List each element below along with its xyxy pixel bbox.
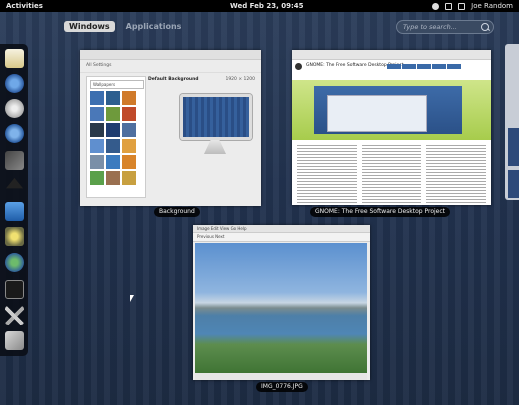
mail-icon[interactable] xyxy=(5,124,24,143)
wallpaper-thumb[interactable] xyxy=(106,171,120,185)
tools-icon[interactable] xyxy=(5,306,24,325)
top-panel: Activities Wed Feb 23, 09:45 Joe Random xyxy=(0,0,519,12)
web-screenshot xyxy=(327,95,427,132)
web-header: GNOME: The Free Software Desktop Project xyxy=(292,60,491,80)
wallpaper-thumb[interactable] xyxy=(122,91,136,105)
window-titlebar xyxy=(80,50,261,60)
wallpaper-grid xyxy=(90,91,136,185)
preview-size: 1920 × 1200 xyxy=(225,77,255,82)
search-input[interactable] xyxy=(403,22,481,32)
wallpaper-thumb[interactable] xyxy=(90,107,104,121)
monitor-preview xyxy=(180,94,252,140)
view-selector: Windows Applications xyxy=(64,21,186,32)
gnome-logo-icon xyxy=(295,63,302,70)
wallpaper-thumb[interactable] xyxy=(122,139,136,153)
status-area: Joe Random xyxy=(432,0,513,12)
activities-button[interactable]: Activities xyxy=(6,0,43,12)
wallpaper-thumb[interactable] xyxy=(122,155,136,169)
viewer-statusbar xyxy=(195,373,367,380)
workspace-thumbnail[interactable] xyxy=(505,44,519,200)
window-caption-image[interactable]: IMG_0776.JPG xyxy=(256,382,308,392)
search-box[interactable] xyxy=(396,20,494,34)
wallpaper-thumb[interactable] xyxy=(122,107,136,121)
web-nav xyxy=(387,64,461,69)
window-image-viewer[interactable]: Image Edit View Go Help Previous Next xyxy=(193,225,370,380)
wallpaper-thumb[interactable] xyxy=(106,123,120,137)
mouse-cursor xyxy=(130,295,134,302)
wallpaper-thumb[interactable] xyxy=(90,139,104,153)
viewer-toolbar[interactable]: Previous Next xyxy=(193,233,370,242)
wallpaper-thumb[interactable] xyxy=(106,155,120,169)
network-icon[interactable] xyxy=(458,2,466,10)
wallpaper-thumb[interactable] xyxy=(122,171,136,185)
wallpaper-thumb[interactable] xyxy=(90,91,104,105)
preview-label: Default Background xyxy=(148,77,199,82)
browser-icon[interactable] xyxy=(5,74,24,93)
photo-lake xyxy=(195,243,367,373)
terminal-icon[interactable] xyxy=(5,280,24,299)
wallpaper-thumb[interactable] xyxy=(122,123,136,137)
wallpaper-thumb[interactable] xyxy=(106,91,120,105)
disk-icon[interactable] xyxy=(5,99,24,118)
all-settings-button[interactable]: All Settings xyxy=(80,60,261,73)
clock[interactable]: Wed Feb 23, 09:45 xyxy=(230,0,303,12)
browser-toolbar xyxy=(292,50,491,60)
window-background-settings[interactable]: All Settings Wallpapers Default Backgrou… xyxy=(80,50,261,206)
system-monitor-icon[interactable] xyxy=(5,151,24,170)
wallpaper-thumb[interactable] xyxy=(90,155,104,169)
web-columns xyxy=(292,145,491,205)
window-caption-browser[interactable]: GNOME: The Free Software Desktop Project xyxy=(310,207,450,217)
text-editor-icon[interactable] xyxy=(5,49,24,68)
wallpaper-combo[interactable]: Wallpapers xyxy=(90,80,144,89)
tab-applications[interactable]: Applications xyxy=(121,21,187,32)
wallpaper-list: Wallpapers xyxy=(86,76,146,198)
wallpaper-thumb[interactable] xyxy=(106,107,120,121)
window-gnome-website[interactable]: GNOME: The Free Software Desktop Project xyxy=(292,50,491,205)
image-viewer-icon[interactable] xyxy=(5,202,24,221)
tab-windows[interactable]: Windows xyxy=(64,21,115,32)
wallpaper-thumb[interactable] xyxy=(90,123,104,137)
volume-icon[interactable] xyxy=(445,2,453,10)
accessibility-icon[interactable] xyxy=(432,2,440,10)
settings-icon[interactable] xyxy=(5,331,24,350)
viewer-menubar[interactable]: Image Edit View Go Help xyxy=(193,225,370,233)
network-icon[interactable] xyxy=(5,253,24,272)
disk-utility-icon[interactable] xyxy=(5,227,24,246)
user-menu[interactable]: Joe Random xyxy=(471,0,513,12)
wallpaper-thumb[interactable] xyxy=(106,139,120,153)
wallpaper-thumb[interactable] xyxy=(90,171,104,185)
dash xyxy=(0,44,28,356)
monitor-stand xyxy=(204,140,226,154)
eject-icon[interactable] xyxy=(5,177,24,189)
window-caption-background[interactable]: Background xyxy=(154,207,200,217)
search-icon xyxy=(481,23,489,31)
